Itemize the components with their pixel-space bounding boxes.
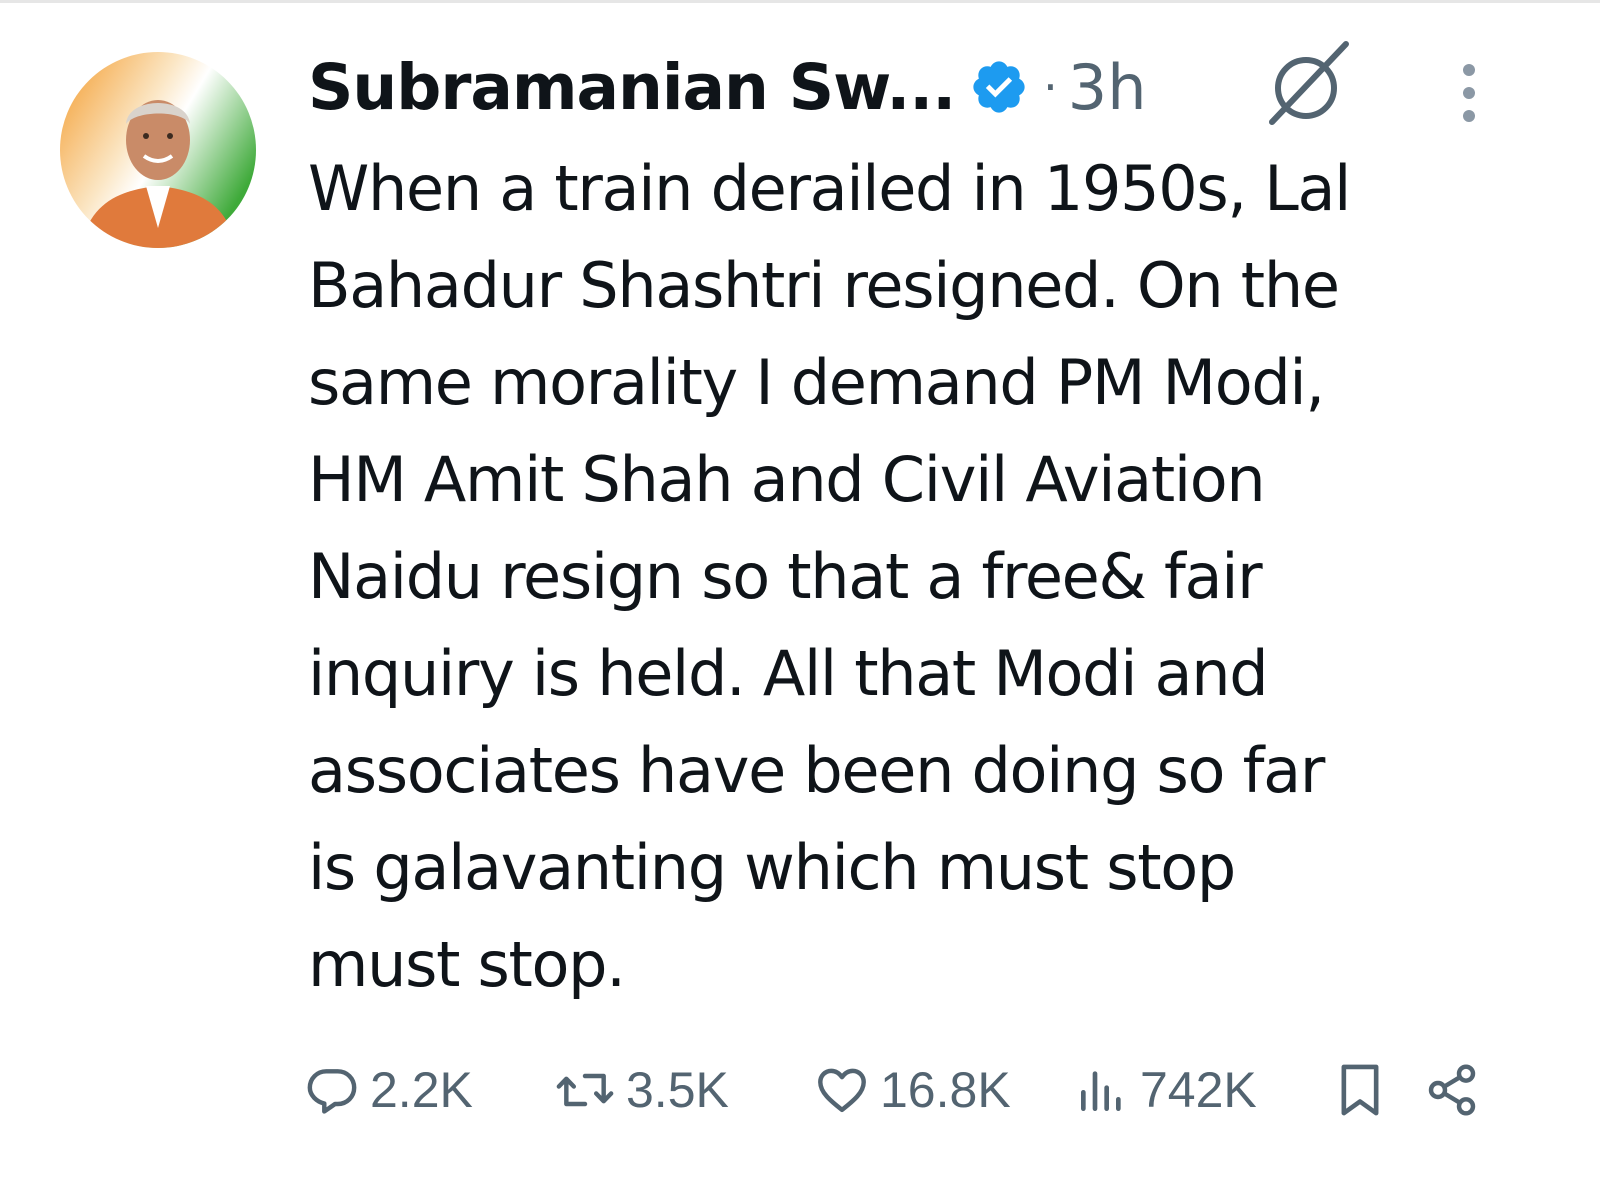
bookmark-button[interactable]	[1332, 1050, 1388, 1130]
reply-button[interactable]: 2.2K	[304, 1050, 473, 1130]
tweet-actions: 2.2K 3.5K 16.8K 742K	[300, 1050, 1500, 1130]
heart-icon	[818, 1068, 866, 1113]
tweet[interactable]: Subramanian Sw... · 3h When a train dera…	[0, 0, 1600, 1184]
retweet-count: 3.5K	[626, 1062, 729, 1118]
tweet-text-line: is galavanting which must stop	[308, 831, 1236, 904]
tweet-text-line: inquiry is held. All that Modi and	[308, 637, 1269, 710]
analytics-icon	[1081, 1071, 1121, 1111]
bookmark-icon	[1341, 1064, 1379, 1116]
share-button[interactable]	[1424, 1050, 1480, 1130]
tweet-text-line: Naidu resign so that a free& fair	[308, 540, 1263, 613]
views-button[interactable]: 742K	[1074, 1050, 1257, 1130]
tweet-text-line: Bahadur Shashtri resigned. On the	[308, 249, 1340, 322]
verified-badge-icon	[969, 57, 1029, 117]
reply-icon	[307, 1069, 357, 1114]
tweet-text-line: HM Amit Shah and Civil Aviation	[308, 443, 1266, 516]
views-count: 742K	[1140, 1062, 1257, 1118]
tweet-text-line: When a train derailed in 1950s, Lal	[308, 152, 1351, 225]
share-icon	[1428, 1064, 1476, 1116]
retweet-button[interactable]: 3.5K	[554, 1050, 729, 1130]
author-name[interactable]: Subramanian Sw...	[308, 51, 956, 124]
tweet-text-line: associates have been doing so far	[308, 734, 1325, 807]
tweet-text-line: same morality I demand PM Modi,	[308, 346, 1325, 419]
author-avatar[interactable]	[60, 52, 256, 248]
tweet-timestamp[interactable]: 3h	[1068, 51, 1147, 124]
retweet-icon	[556, 1073, 614, 1107]
like-count: 16.8K	[880, 1062, 1011, 1118]
avatar-photo	[60, 52, 256, 248]
header-separator: ·	[1043, 60, 1058, 114]
tweet-body: When a train derailed in 1950s, Lal Baha…	[308, 140, 1528, 1013]
tweet-text-line: must stop.	[308, 928, 626, 1001]
more-vertical-icon[interactable]	[1452, 58, 1486, 128]
reply-count: 2.2K	[370, 1062, 473, 1118]
grok-icon[interactable]	[1262, 38, 1354, 130]
like-button[interactable]: 16.8K	[814, 1050, 1011, 1130]
tweet-header: Subramanian Sw... · 3h	[308, 42, 1147, 132]
